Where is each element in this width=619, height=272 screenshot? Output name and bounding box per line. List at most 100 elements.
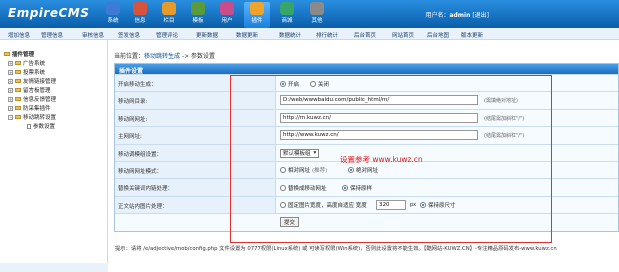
- replace-keep-radio[interactable]: 保持原样: [342, 184, 372, 192]
- toolbar-button-5[interactable]: 插件: [244, 2, 270, 28]
- breadcrumb-link[interactable]: 移动跳转生成: [144, 53, 180, 60]
- sidebar-sub-params[interactable]: 参数设置: [27, 122, 55, 130]
- quick-nav: 增加信息 管理信息 审核信息 签发信息 管理评论 更新数据 数据更新 数据统计 排行统计 后台首页…: [0, 28, 619, 40]
- expand-icon[interactable]: +: [8, 87, 13, 93]
- dir-label: 移动网目录:: [118, 99, 148, 106]
- nav-link[interactable]: 增加信息: [8, 31, 30, 39]
- nav-link[interactable]: 更新数据: [196, 31, 218, 39]
- sidebar-root[interactable]: 插件管理: [4, 50, 34, 58]
- folder-icon: [15, 79, 21, 83]
- sidebar-item[interactable]: + 留言板管理: [8, 86, 51, 94]
- nav-link[interactable]: 签发信息: [118, 31, 140, 39]
- sidebar-item[interactable]: + 投票系统: [8, 68, 45, 76]
- expand-icon[interactable]: +: [8, 105, 13, 111]
- settings-panel: 插件设置 开启移动生成： 开启 关闭 移动网目录: (需填绝对地址) 移动网网址…: [114, 63, 619, 232]
- sidebar-item-label: 信息反馈管理: [23, 97, 57, 103]
- absolute-url-label: 绝对网址: [356, 168, 379, 175]
- expand-icon[interactable]: +: [8, 69, 13, 75]
- nav-link[interactable]: 排行统计: [316, 31, 338, 39]
- replace-mobile-label: 替换成移动网址: [288, 185, 327, 192]
- enable-on-label: 开启: [288, 81, 300, 88]
- sidebar-item[interactable]: + 防采集插件: [8, 104, 51, 112]
- toolbar-label: 用户: [221, 18, 233, 24]
- nav-link[interactable]: 后台首页: [354, 31, 376, 39]
- logout-link[interactable]: [退出]: [472, 12, 489, 19]
- folder-icon: [15, 115, 21, 119]
- row-submit: 提交: [115, 213, 618, 231]
- expand-icon[interactable]: +: [8, 96, 13, 102]
- sidebar-item[interactable]: + 广告系统: [8, 59, 45, 67]
- template-select[interactable]: 默认模板组 ▾: [280, 148, 320, 158]
- folder-icon: [15, 97, 21, 101]
- fixed-width-label: 固定图片宽度，高度自适应 宽度: [288, 203, 367, 210]
- toolbar-button-2[interactable]: 栏目: [156, 2, 182, 28]
- toolbar-button-6[interactable]: 商城: [274, 2, 300, 28]
- keep-size-radio[interactable]: 保持原尺寸: [420, 201, 456, 209]
- toolbar-label: 商城: [281, 18, 293, 24]
- collapse-icon[interactable]: −: [8, 114, 13, 120]
- document-icon: [27, 123, 31, 129]
- expand-icon[interactable]: +: [8, 60, 13, 66]
- nav-link[interactable]: 管理评论: [156, 31, 178, 39]
- toolbar-label: 系统: [107, 18, 119, 24]
- nav-link[interactable]: 后台地图: [427, 31, 449, 39]
- toolbar-button-0[interactable]: 系统: [100, 2, 126, 28]
- submit-button[interactable]: 提交: [280, 217, 300, 228]
- replace-mobile-radio[interactable]: 替换成移动网址: [280, 184, 327, 192]
- mobile-url-input[interactable]: [280, 112, 478, 123]
- nav-link[interactable]: 版本更新: [461, 31, 483, 39]
- sidebar-bottom-bar: [0, 263, 108, 272]
- chevron-down-icon: ▾: [313, 150, 317, 157]
- nav-link[interactable]: 审核信息: [82, 31, 104, 39]
- replace-label: 替换关键词内链处理：: [118, 186, 174, 193]
- user-prefix: 用户名：: [425, 12, 450, 19]
- sidebar-root-label: 插件管理: [12, 52, 35, 58]
- toolbar-label: 模板: [192, 18, 204, 24]
- toolbar-button-7[interactable]: 其他: [304, 2, 330, 28]
- enable-on-radio[interactable]: 开启: [280, 80, 299, 88]
- main-url-input[interactable]: [280, 130, 478, 141]
- toolbar-button-4[interactable]: 用户: [214, 2, 240, 28]
- breadcrumb-current: -> 参数设置: [180, 53, 216, 60]
- toolbar-icon: [162, 2, 176, 15]
- reference-note: 设置参考 www.kuwz.cn: [340, 155, 423, 164]
- sidebar-item[interactable]: + 信息反馈管理: [8, 95, 56, 103]
- relative-url-radio[interactable]: 相对网址 (推荐): [280, 166, 327, 174]
- toolbar-button-1[interactable]: 信息: [127, 2, 153, 28]
- template-label: 移动调模组设置：: [118, 151, 163, 158]
- sidebar-item[interactable]: − 移动跳转设置: [8, 113, 56, 121]
- main-url-label: 主网网址:: [118, 134, 142, 141]
- fixed-width-radio[interactable]: 固定图片宽度，高度自适应 宽度: [280, 201, 367, 209]
- breadcrumb-prefix: 当前位置：: [114, 53, 145, 60]
- nav-link[interactable]: 数据更新: [236, 31, 258, 39]
- nav-link[interactable]: 网站首页: [392, 31, 414, 39]
- row-image: 正文站内图片处理： 固定图片宽度，高度自适应 宽度 px 保持原尺寸: [115, 195, 618, 214]
- enable-off-radio[interactable]: 关闭: [310, 80, 329, 88]
- sidebar-item[interactable]: + 友情链接管理: [8, 77, 56, 85]
- toolbar-label: 栏目: [163, 18, 175, 24]
- absolute-url-radio[interactable]: 绝对网址: [348, 166, 378, 174]
- row-replace: 替换关键词内链处理： 替换成移动网址 保持原样: [115, 178, 618, 196]
- logo: EmpireCMS: [8, 6, 90, 20]
- image-label: 正文站内图片处理：: [118, 203, 168, 210]
- dir-input[interactable]: [280, 95, 478, 106]
- enable-label: 开启移动生成：: [118, 82, 157, 88]
- toolbar-icon: [250, 2, 264, 15]
- enable-off-label: 关闭: [318, 81, 330, 88]
- template-value: 默认模板组: [283, 151, 311, 158]
- image-width-input[interactable]: [376, 199, 406, 210]
- nav-link[interactable]: 数据统计: [279, 31, 301, 39]
- expand-icon[interactable]: +: [8, 78, 13, 84]
- mobile-url-label: 移动网网址:: [118, 116, 148, 123]
- user-name: admin: [449, 12, 471, 19]
- sidebar-item-label: 投票系统: [23, 70, 46, 76]
- sidebar-item-label: 防采集插件: [23, 106, 51, 112]
- replace-keep-label: 保持原样: [350, 185, 373, 192]
- sidebar-item-label: 留言板管理: [23, 88, 51, 94]
- sidebar: 插件管理 参数设置 + 广告系统 + 投票系统 + 友情链接管理 + 留言板管理 + 信息反馈管理…: [0, 40, 108, 272]
- nav-link[interactable]: 管理信息: [41, 31, 63, 39]
- toolbar-icon: [310, 2, 324, 15]
- toolbar-button-3[interactable]: 模板: [185, 2, 211, 28]
- footer-tip: 提示：请将 /e/adjective/mob/config.php 文件设置为 …: [115, 246, 557, 252]
- folder-icon: [15, 61, 21, 65]
